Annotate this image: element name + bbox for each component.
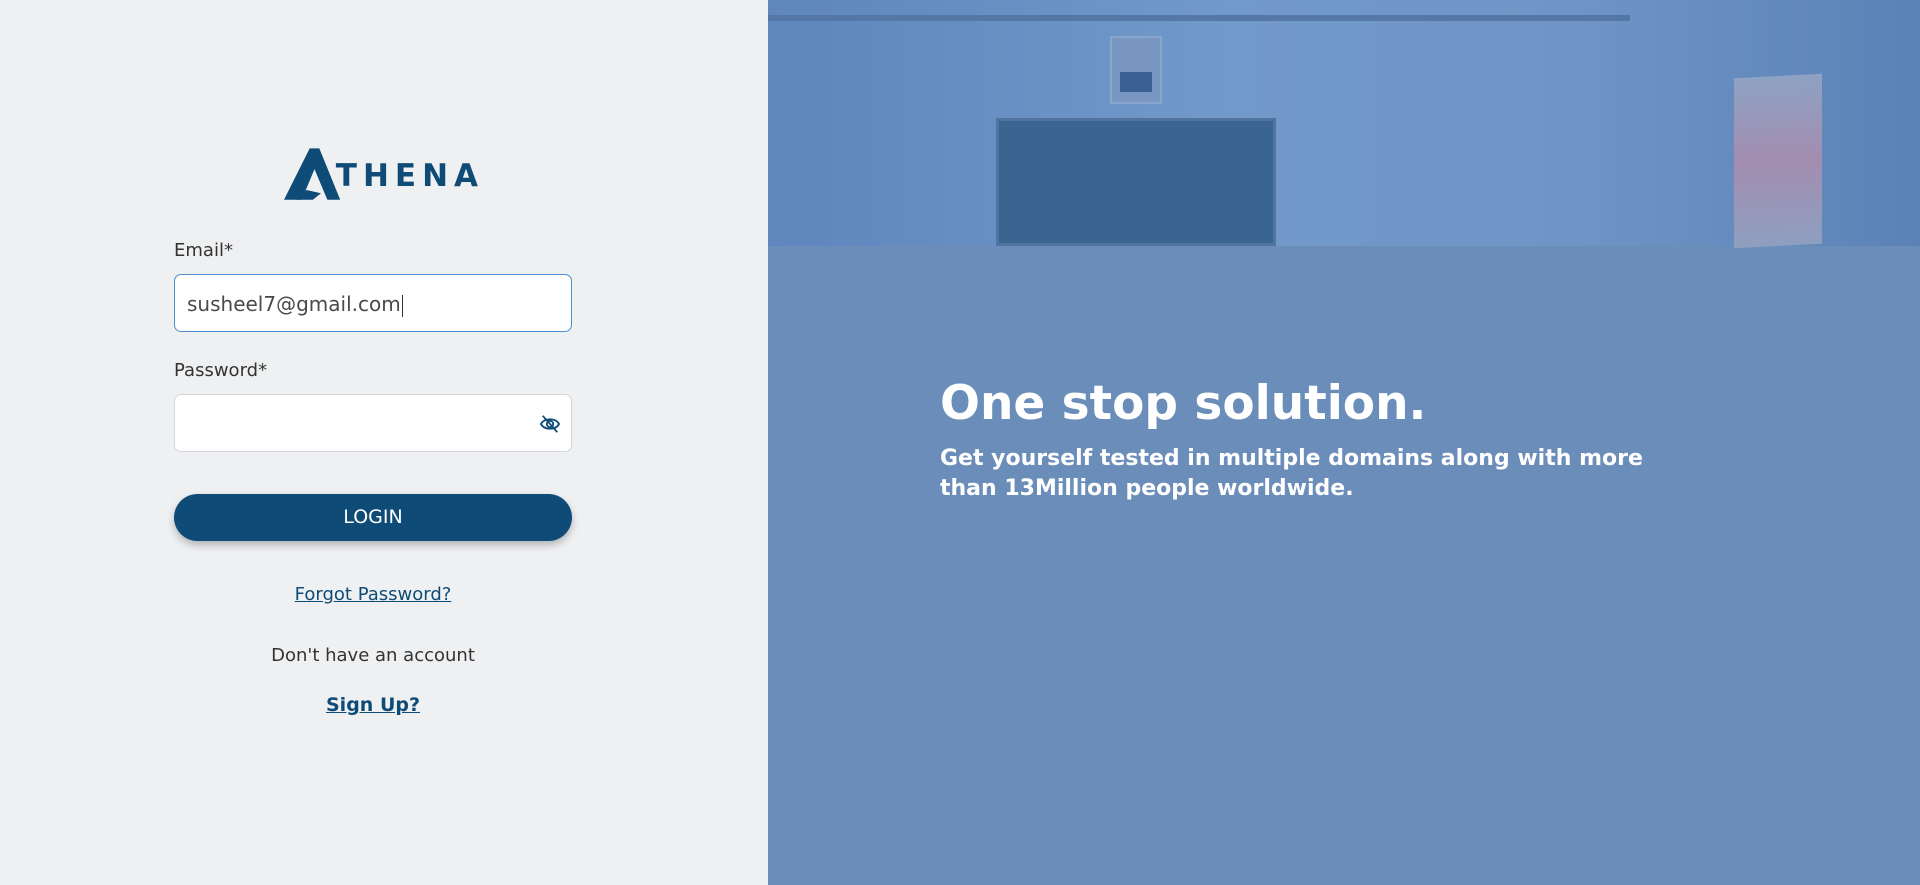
wall-map <box>1734 73 1822 249</box>
login-panel: THENA Email* susheel7@gmail.com Password… <box>0 0 768 885</box>
text-caret <box>401 294 403 317</box>
logo-text: THENA <box>335 158 484 194</box>
password-field[interactable] <box>174 394 572 452</box>
no-account-text: Don't have an account <box>271 645 475 666</box>
password-label: Password* <box>174 360 268 381</box>
email-field[interactable]: susheel7@gmail.com <box>174 274 572 332</box>
athena-logo: THENA <box>284 142 484 206</box>
hero-panel: One stop solution. Get yourself tested i… <box>768 0 1920 885</box>
email-value: susheel7@gmail.com <box>187 292 401 316</box>
wall-rail <box>768 15 1630 21</box>
classroom-photo <box>768 0 1920 249</box>
email-value-wrap: susheel7@gmail.com <box>187 275 403 333</box>
login-button[interactable]: LOGIN <box>174 494 572 541</box>
frame-picture <box>1120 72 1152 92</box>
email-label: Email* <box>174 240 233 261</box>
chalkboard <box>996 118 1276 246</box>
logo-a-icon <box>284 148 341 200</box>
signup-link[interactable]: Sign Up? <box>174 694 572 716</box>
hero-title: One stop solution. <box>940 376 1427 431</box>
eye-off-icon[interactable] <box>539 414 561 434</box>
forgot-password-link[interactable]: Forgot Password? <box>174 584 572 605</box>
wall-frame <box>1110 36 1162 104</box>
hero-subtitle: Get yourself tested in multiple domains … <box>940 446 1643 501</box>
